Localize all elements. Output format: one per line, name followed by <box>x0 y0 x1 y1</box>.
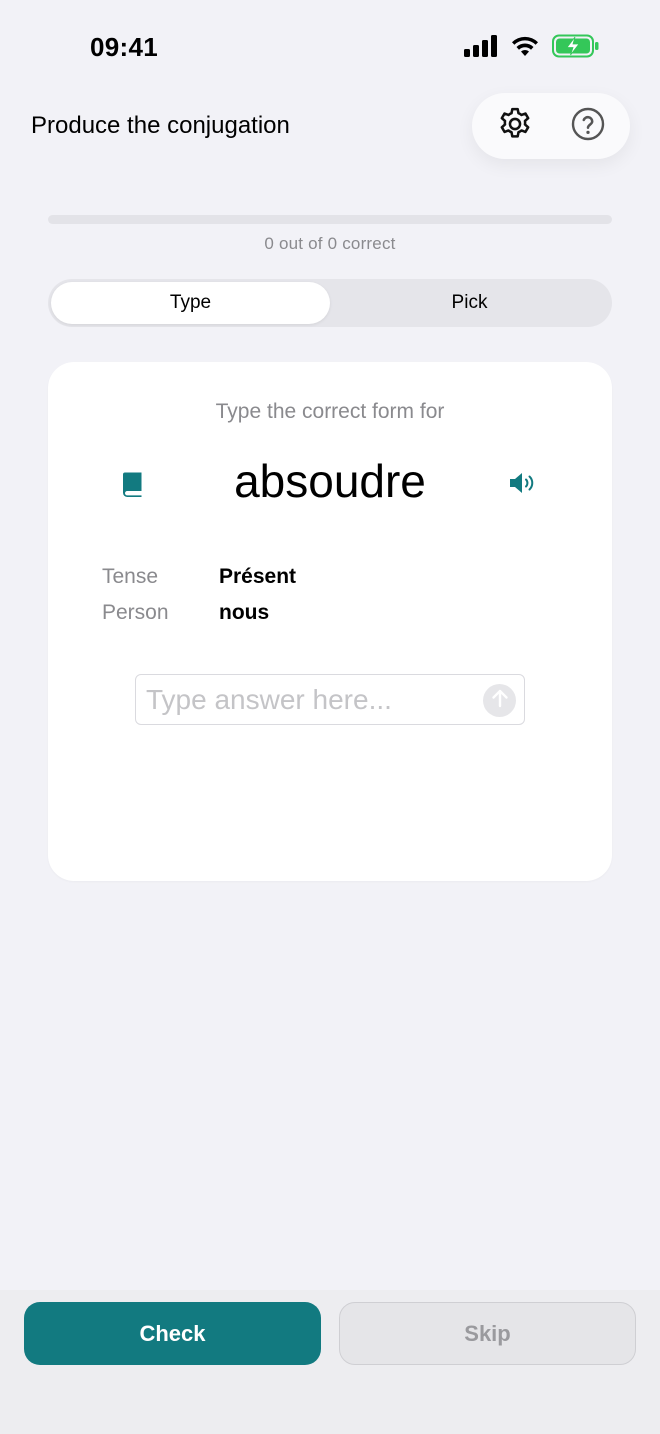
mode-toggle: Type Pick <box>48 279 612 327</box>
exercise-card: Type the correct form for absoudre Tense… <box>48 362 612 881</box>
help-button[interactable] <box>564 102 612 150</box>
detail-value: Présent <box>219 565 297 588</box>
status-time: 09:41 <box>90 32 158 62</box>
pronounce-button[interactable] <box>506 468 540 502</box>
check-button[interactable]: Check <box>24 1302 321 1365</box>
speaker-icon <box>508 471 538 500</box>
screen: 09:41 Produce the conjugation 0 out of 0… <box>0 0 660 1434</box>
battery-charging-icon <box>552 34 600 58</box>
header-actions <box>472 93 630 159</box>
verb-row: absoudre <box>48 454 612 520</box>
status-icons <box>464 34 600 58</box>
submit-answer-button[interactable] <box>483 684 516 717</box>
answer-input[interactable] <box>146 681 476 719</box>
gear-icon <box>496 105 534 148</box>
wifi-icon <box>510 35 540 57</box>
page-title: Produce the conjugation <box>31 112 290 139</box>
question-icon <box>570 106 606 147</box>
detail-label: Person <box>102 601 169 624</box>
mode-option-type[interactable]: Type <box>51 282 330 324</box>
settings-button[interactable] <box>491 102 539 150</box>
progress-label: 0 out of 0 correct <box>264 234 396 253</box>
skip-button[interactable]: Skip <box>339 1302 636 1365</box>
answer-field <box>135 674 525 725</box>
bottom-action-bar: Check Skip <box>0 1290 660 1434</box>
detail-label: Tense <box>102 565 159 588</box>
card-prompt: Type the correct form for <box>215 400 445 423</box>
mode-option-pick[interactable]: Pick <box>330 282 609 324</box>
arrow-up-icon <box>491 688 509 713</box>
cellular-signal-icon <box>464 35 498 57</box>
progress-bar <box>48 215 612 224</box>
detail-value: nous <box>219 601 270 624</box>
